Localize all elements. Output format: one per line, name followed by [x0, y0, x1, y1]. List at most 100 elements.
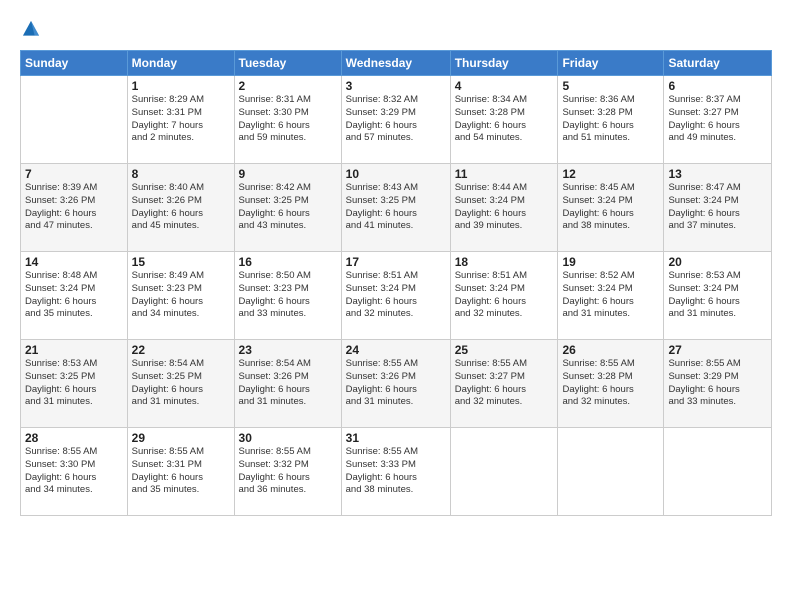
day-number: 15 — [132, 255, 230, 269]
calendar-header-row: SundayMondayTuesdayWednesdayThursdayFrid… — [21, 51, 772, 76]
calendar-cell: 26Sunrise: 8:55 AM Sunset: 3:28 PM Dayli… — [558, 340, 664, 428]
day-number: 18 — [455, 255, 554, 269]
calendar-cell: 8Sunrise: 8:40 AM Sunset: 3:26 PM Daylig… — [127, 164, 234, 252]
calendar-cell: 4Sunrise: 8:34 AM Sunset: 3:28 PM Daylig… — [450, 76, 558, 164]
day-info: Sunrise: 8:47 AM Sunset: 3:24 PM Dayligh… — [668, 182, 767, 233]
calendar-cell — [558, 428, 664, 516]
calendar-week-row: 1Sunrise: 8:29 AM Sunset: 3:31 PM Daylig… — [21, 76, 772, 164]
day-number: 2 — [239, 79, 337, 93]
calendar-cell — [21, 76, 128, 164]
calendar-cell: 13Sunrise: 8:47 AM Sunset: 3:24 PM Dayli… — [664, 164, 772, 252]
day-info: Sunrise: 8:45 AM Sunset: 3:24 PM Dayligh… — [562, 182, 659, 233]
day-info: Sunrise: 8:29 AM Sunset: 3:31 PM Dayligh… — [132, 94, 230, 145]
calendar-cell: 9Sunrise: 8:42 AM Sunset: 3:25 PM Daylig… — [234, 164, 341, 252]
day-number: 10 — [346, 167, 446, 181]
day-info: Sunrise: 8:52 AM Sunset: 3:24 PM Dayligh… — [562, 270, 659, 321]
day-number: 24 — [346, 343, 446, 357]
day-info: Sunrise: 8:49 AM Sunset: 3:23 PM Dayligh… — [132, 270, 230, 321]
day-number: 23 — [239, 343, 337, 357]
calendar-cell: 18Sunrise: 8:51 AM Sunset: 3:24 PM Dayli… — [450, 252, 558, 340]
calendar-cell: 6Sunrise: 8:37 AM Sunset: 3:27 PM Daylig… — [664, 76, 772, 164]
day-number: 5 — [562, 79, 659, 93]
day-number: 8 — [132, 167, 230, 181]
day-info: Sunrise: 8:31 AM Sunset: 3:30 PM Dayligh… — [239, 94, 337, 145]
day-info: Sunrise: 8:55 AM Sunset: 3:27 PM Dayligh… — [455, 358, 554, 409]
day-info: Sunrise: 8:34 AM Sunset: 3:28 PM Dayligh… — [455, 94, 554, 145]
day-info: Sunrise: 8:40 AM Sunset: 3:26 PM Dayligh… — [132, 182, 230, 233]
calendar-week-row: 7Sunrise: 8:39 AM Sunset: 3:26 PM Daylig… — [21, 164, 772, 252]
calendar-header-monday: Monday — [127, 51, 234, 76]
day-number: 20 — [668, 255, 767, 269]
day-number: 9 — [239, 167, 337, 181]
day-info: Sunrise: 8:55 AM Sunset: 3:29 PM Dayligh… — [668, 358, 767, 409]
page: SundayMondayTuesdayWednesdayThursdayFrid… — [0, 0, 792, 612]
day-number: 29 — [132, 431, 230, 445]
day-number: 21 — [25, 343, 123, 357]
day-info: Sunrise: 8:55 AM Sunset: 3:32 PM Dayligh… — [239, 446, 337, 497]
day-number: 30 — [239, 431, 337, 445]
day-number: 17 — [346, 255, 446, 269]
day-info: Sunrise: 8:32 AM Sunset: 3:29 PM Dayligh… — [346, 94, 446, 145]
calendar-cell: 12Sunrise: 8:45 AM Sunset: 3:24 PM Dayli… — [558, 164, 664, 252]
calendar-cell: 27Sunrise: 8:55 AM Sunset: 3:29 PM Dayli… — [664, 340, 772, 428]
day-number: 31 — [346, 431, 446, 445]
day-number: 25 — [455, 343, 554, 357]
day-number: 13 — [668, 167, 767, 181]
day-number: 27 — [668, 343, 767, 357]
day-number: 28 — [25, 431, 123, 445]
header — [20, 18, 772, 40]
day-number: 12 — [562, 167, 659, 181]
calendar-week-row: 21Sunrise: 8:53 AM Sunset: 3:25 PM Dayli… — [21, 340, 772, 428]
day-info: Sunrise: 8:53 AM Sunset: 3:25 PM Dayligh… — [25, 358, 123, 409]
calendar-cell: 15Sunrise: 8:49 AM Sunset: 3:23 PM Dayli… — [127, 252, 234, 340]
calendar-cell: 5Sunrise: 8:36 AM Sunset: 3:28 PM Daylig… — [558, 76, 664, 164]
calendar-cell: 19Sunrise: 8:52 AM Sunset: 3:24 PM Dayli… — [558, 252, 664, 340]
calendar-cell: 28Sunrise: 8:55 AM Sunset: 3:30 PM Dayli… — [21, 428, 128, 516]
calendar-cell: 7Sunrise: 8:39 AM Sunset: 3:26 PM Daylig… — [21, 164, 128, 252]
calendar-cell: 11Sunrise: 8:44 AM Sunset: 3:24 PM Dayli… — [450, 164, 558, 252]
calendar-cell: 21Sunrise: 8:53 AM Sunset: 3:25 PM Dayli… — [21, 340, 128, 428]
calendar-cell: 31Sunrise: 8:55 AM Sunset: 3:33 PM Dayli… — [341, 428, 450, 516]
day-number: 7 — [25, 167, 123, 181]
calendar-cell — [450, 428, 558, 516]
calendar-cell: 20Sunrise: 8:53 AM Sunset: 3:24 PM Dayli… — [664, 252, 772, 340]
day-info: Sunrise: 8:55 AM Sunset: 3:33 PM Dayligh… — [346, 446, 446, 497]
day-info: Sunrise: 8:53 AM Sunset: 3:24 PM Dayligh… — [668, 270, 767, 321]
calendar-header-tuesday: Tuesday — [234, 51, 341, 76]
calendar-cell: 17Sunrise: 8:51 AM Sunset: 3:24 PM Dayli… — [341, 252, 450, 340]
day-number: 6 — [668, 79, 767, 93]
logo — [20, 18, 46, 40]
day-info: Sunrise: 8:55 AM Sunset: 3:26 PM Dayligh… — [346, 358, 446, 409]
day-number: 1 — [132, 79, 230, 93]
calendar-cell: 25Sunrise: 8:55 AM Sunset: 3:27 PM Dayli… — [450, 340, 558, 428]
day-info: Sunrise: 8:54 AM Sunset: 3:25 PM Dayligh… — [132, 358, 230, 409]
day-number: 3 — [346, 79, 446, 93]
calendar-week-row: 14Sunrise: 8:48 AM Sunset: 3:24 PM Dayli… — [21, 252, 772, 340]
calendar-cell: 24Sunrise: 8:55 AM Sunset: 3:26 PM Dayli… — [341, 340, 450, 428]
day-info: Sunrise: 8:55 AM Sunset: 3:31 PM Dayligh… — [132, 446, 230, 497]
calendar-week-row: 28Sunrise: 8:55 AM Sunset: 3:30 PM Dayli… — [21, 428, 772, 516]
calendar-header-wednesday: Wednesday — [341, 51, 450, 76]
day-number: 16 — [239, 255, 337, 269]
calendar-cell — [664, 428, 772, 516]
day-info: Sunrise: 8:54 AM Sunset: 3:26 PM Dayligh… — [239, 358, 337, 409]
calendar-cell: 16Sunrise: 8:50 AM Sunset: 3:23 PM Dayli… — [234, 252, 341, 340]
day-info: Sunrise: 8:37 AM Sunset: 3:27 PM Dayligh… — [668, 94, 767, 145]
day-info: Sunrise: 8:51 AM Sunset: 3:24 PM Dayligh… — [455, 270, 554, 321]
day-info: Sunrise: 8:48 AM Sunset: 3:24 PM Dayligh… — [25, 270, 123, 321]
calendar-table: SundayMondayTuesdayWednesdayThursdayFrid… — [20, 50, 772, 516]
calendar-header-thursday: Thursday — [450, 51, 558, 76]
calendar-cell: 30Sunrise: 8:55 AM Sunset: 3:32 PM Dayli… — [234, 428, 341, 516]
day-info: Sunrise: 8:55 AM Sunset: 3:30 PM Dayligh… — [25, 446, 123, 497]
day-number: 14 — [25, 255, 123, 269]
day-number: 19 — [562, 255, 659, 269]
day-info: Sunrise: 8:42 AM Sunset: 3:25 PM Dayligh… — [239, 182, 337, 233]
day-info: Sunrise: 8:44 AM Sunset: 3:24 PM Dayligh… — [455, 182, 554, 233]
day-number: 11 — [455, 167, 554, 181]
day-number: 22 — [132, 343, 230, 357]
calendar-cell: 29Sunrise: 8:55 AM Sunset: 3:31 PM Dayli… — [127, 428, 234, 516]
calendar-cell: 14Sunrise: 8:48 AM Sunset: 3:24 PM Dayli… — [21, 252, 128, 340]
calendar-header-saturday: Saturday — [664, 51, 772, 76]
calendar-cell: 22Sunrise: 8:54 AM Sunset: 3:25 PM Dayli… — [127, 340, 234, 428]
calendar-cell: 1Sunrise: 8:29 AM Sunset: 3:31 PM Daylig… — [127, 76, 234, 164]
